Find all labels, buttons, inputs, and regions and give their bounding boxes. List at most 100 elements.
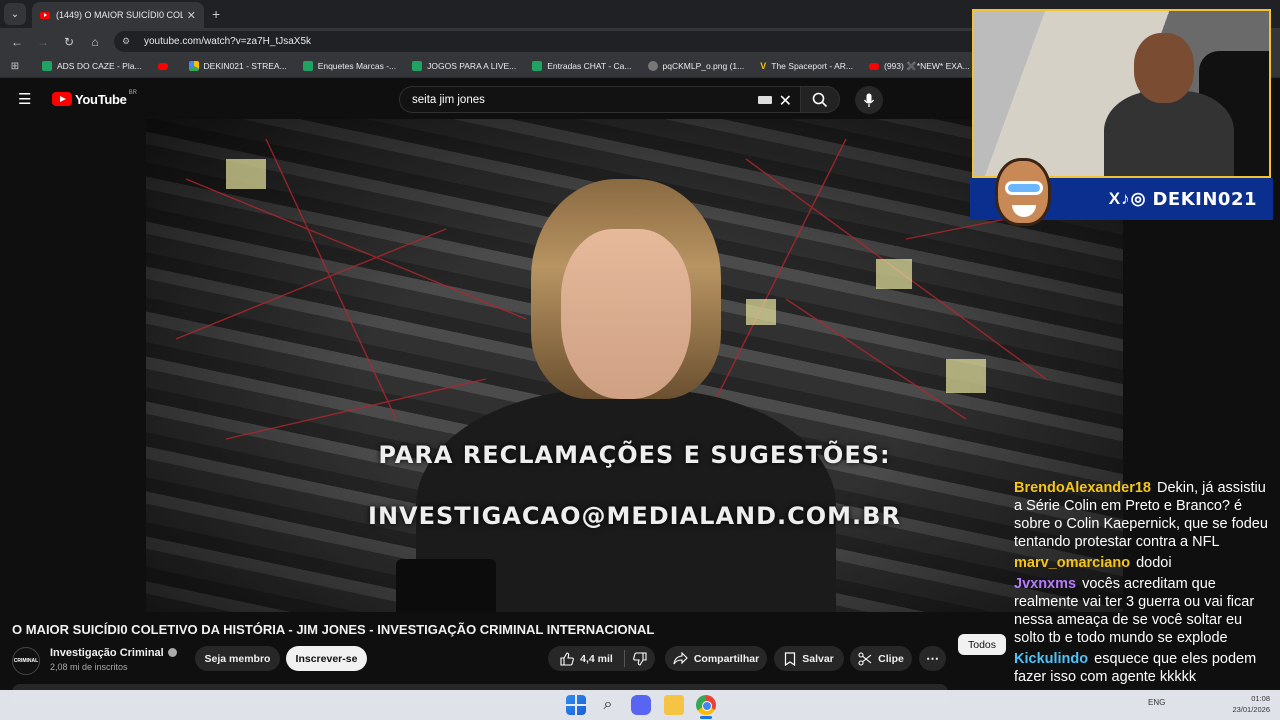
- chat-username: marv_omarciano: [1014, 555, 1131, 571]
- chat-username: BrendoAlexander18: [1014, 480, 1151, 496]
- address-bar[interactable]: ⚙ youtube.com/watch?v=za7H_tJsaX5k: [114, 31, 1074, 52]
- reload-icon[interactable]: ↻: [56, 35, 82, 49]
- chat-message: BrendoAlexander18 Dekin, já assistiu a Sé…: [1008, 478, 1280, 553]
- presenter-figure: [416, 159, 836, 612]
- forward-arrow-icon[interactable]: →: [30, 35, 56, 49]
- bookmark-item[interactable]: Entradas CHAT - Ca...: [532, 61, 632, 71]
- bookmark-item[interactable]: pqCKMLP_o.png (1...: [647, 61, 745, 71]
- bookmark-label: JOGOS PARA A LIVE...: [427, 61, 517, 71]
- dislike-button[interactable]: [625, 646, 655, 671]
- social-icons: X♪◎: [1108, 189, 1147, 208]
- more-actions-button[interactable]: ⋯: [919, 646, 946, 671]
- site-info-icon[interactable]: ⚙: [122, 36, 134, 47]
- search-query-text: seita jim jones: [412, 93, 485, 106]
- search-input[interactable]: seita jim jones ✕: [399, 86, 800, 113]
- drive-icon: [188, 61, 199, 71]
- clock-time: 01:08: [1251, 694, 1270, 703]
- chat-text: dodoi: [1136, 555, 1172, 571]
- thumbs-up-icon: [560, 651, 575, 666]
- youtube-logo-text: YouTube: [75, 91, 127, 107]
- share-arrow-icon: [673, 652, 688, 665]
- language-indicator[interactable]: ENG: [1148, 698, 1165, 707]
- sheets-icon: [532, 61, 543, 71]
- bookmark-item[interactable]: DEKIN021 - STREA...: [188, 61, 287, 71]
- file-explorer-icon[interactable]: [664, 695, 684, 715]
- bookmark-item[interactable]: ADS DO CAZE - Pla...: [42, 61, 142, 71]
- bookmark-item[interactable]: JOGOS PARA A LIVE...: [412, 61, 516, 71]
- join-member-button[interactable]: Seja membro: [195, 646, 280, 671]
- address-bar-url: youtube.com/watch?v=za7H_tJsaX5k: [144, 36, 312, 47]
- taskbar-search-icon[interactable]: ⌕: [598, 695, 618, 715]
- save-label: Salvar: [802, 652, 834, 665]
- youtube-icon: [869, 62, 879, 70]
- like-button[interactable]: 4,4 mil: [548, 646, 625, 671]
- tab-close-icon[interactable]: ✕: [187, 9, 196, 22]
- video-overlay-email: INVESTIGACAO@MEDIALAND.COM.BR: [368, 502, 901, 530]
- sheets-icon: [42, 61, 52, 71]
- video-title: O MAIOR SUICÍDI0 COLETIVO DA HISTÓRIA - …: [12, 622, 655, 637]
- clip-button[interactable]: Clipe: [850, 646, 912, 671]
- bookmark-item[interactable]: [157, 62, 173, 70]
- sheets-icon: [412, 61, 423, 71]
- save-button[interactable]: Salvar: [774, 646, 844, 671]
- bookmark-item[interactable]: (993) ✖️*NEW* EXA...: [869, 61, 970, 72]
- home-icon[interactable]: ⌂: [82, 35, 108, 49]
- more-dots-icon: ⋯: [926, 650, 939, 666]
- youtube-icon: [157, 62, 168, 70]
- tab-search-chevron-icon[interactable]: ⌄: [4, 3, 26, 25]
- bookmark-label: (993) ✖️*NEW* EXA...: [884, 60, 970, 71]
- chat-username: Kickulindo: [1014, 651, 1089, 667]
- new-tab-plus-icon[interactable]: +: [212, 6, 220, 22]
- back-arrow-icon[interactable]: ←: [4, 35, 30, 49]
- clear-search-icon[interactable]: ✕: [779, 91, 792, 111]
- bookmark-label: ADS DO CAZE - Pla...: [57, 61, 142, 71]
- chat-message: Kickulindo esquece que eles podem fazer i…: [1008, 649, 1280, 688]
- like-count: 4,4 mil: [580, 652, 613, 665]
- share-label: Compartilhar: [693, 652, 760, 665]
- bookmark-label: Enquetes Marcas -...: [317, 61, 397, 71]
- system-clock[interactable]: 01:08 23/01/2026: [1232, 693, 1270, 715]
- apps-grid-icon[interactable]: ⊞: [0, 61, 30, 72]
- screen: ⌄ (1449) O MAIOR SUICÍDI0 COLE ✕ + ← → ↻…: [0, 0, 1280, 720]
- v-logo-icon: V: [760, 61, 767, 71]
- bookmark-label: pqCKMLP_o.png (1...: [662, 61, 745, 71]
- country-code: BR: [128, 89, 137, 96]
- streamer-name: DEKIN021: [1152, 188, 1257, 210]
- active-app-indicator: [700, 716, 712, 719]
- subscriber-count: 2,08 mi de inscritos: [50, 662, 128, 672]
- bookmark-label: Entradas CHAT - Ca...: [547, 61, 632, 71]
- youtube-logo[interactable]: YouTube BR: [52, 89, 137, 107]
- live-chat-overlay: BrendoAlexander18 Dekin, já assistiu a Sé…: [1008, 478, 1280, 720]
- windows-taskbar: ⌕: [0, 690, 1280, 720]
- voice-search-button[interactable]: [855, 86, 883, 114]
- bookmark-save-icon: [785, 651, 796, 666]
- share-button[interactable]: Compartilhar: [665, 646, 767, 671]
- youtube-favicon-icon: [40, 11, 50, 19]
- bookmark-item[interactable]: V The Spaceport - AR...: [760, 61, 853, 71]
- clip-label: Clipe: [878, 652, 904, 665]
- chat-filter-label: Todos: [967, 638, 997, 651]
- microphone-icon: [863, 93, 875, 107]
- chat-message: Jvxnxms vocês acreditam que realmente vai…: [1008, 574, 1280, 649]
- discord-icon[interactable]: [631, 695, 651, 715]
- chat-filter-all-button[interactable]: Todos: [958, 634, 1006, 655]
- search-button[interactable]: [800, 86, 840, 113]
- keyboard-icon[interactable]: [758, 96, 772, 104]
- video-overlay-contact-heading: PARA RECLAMAÇÕES E SUGESTÕES:: [378, 441, 891, 469]
- subscribe-label: Inscrever-se: [295, 652, 358, 665]
- tab-title: (1449) O MAIOR SUICÍDI0 COLE: [56, 10, 183, 20]
- windows-start-icon[interactable]: [566, 695, 586, 715]
- sheets-icon: [302, 61, 313, 71]
- chat-username: Jvxnxms: [1014, 576, 1077, 592]
- browser-tab-active[interactable]: (1449) O MAIOR SUICÍDI0 COLE ✕: [32, 2, 204, 28]
- channel-name[interactable]: Investigação Criminal: [50, 647, 177, 659]
- search-icon: [812, 92, 828, 107]
- youtube-play-logo-icon: [52, 92, 72, 106]
- channel-avatar[interactable]: CRIMINAL: [12, 647, 40, 675]
- chrome-icon[interactable]: [696, 695, 716, 715]
- bookmark-item[interactable]: Enquetes Marcas -...: [302, 61, 397, 71]
- hamburger-menu-icon[interactable]: ☰: [18, 90, 44, 108]
- clock-date: 23/01/2026: [1232, 705, 1270, 714]
- verified-check-icon: [167, 648, 177, 657]
- subscribe-button[interactable]: Inscrever-se: [286, 646, 367, 671]
